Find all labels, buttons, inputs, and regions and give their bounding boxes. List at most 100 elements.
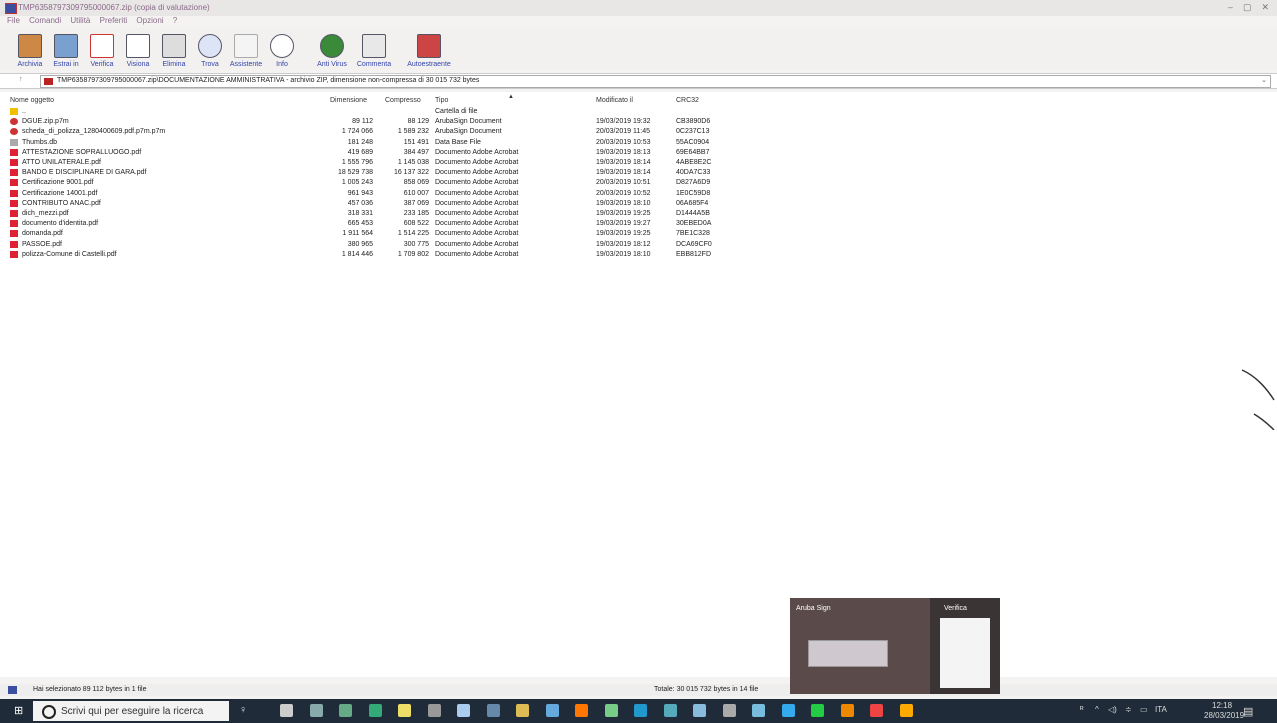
column-header-type[interactable]: Tipo <box>435 97 448 107</box>
file-list: Nome oggetto Dimensione Compresso Tipo ▲… <box>0 92 1277 677</box>
firefox-icon[interactable] <box>575 704 588 717</box>
file-crc: CB3890D6 <box>676 118 711 126</box>
taskbar-app-icon[interactable] <box>457 704 470 717</box>
trova-button[interactable]: Trova <box>192 30 228 68</box>
microphone-icon[interactable]: ♀ <box>239 704 247 716</box>
windows-taskbar: ⊞ Scrivi qui per eseguire la ricerca ♀ ᴿ… <box>0 699 1277 723</box>
column-header-crc[interactable]: CRC32 <box>676 97 699 107</box>
preview-verifica[interactable]: Verifica <box>930 598 1000 694</box>
file-row[interactable]: documento d'identita.pdf 665 453 608 522 Do… <box>0 220 760 230</box>
commenta-button[interactable]: Commenta <box>356 30 392 68</box>
taskbar-app-icon[interactable] <box>398 704 411 717</box>
elimina-button[interactable]: Elimina <box>156 30 192 68</box>
taskbar-app-icon[interactable] <box>339 704 352 717</box>
file-row[interactable]: .. Cartella di file <box>0 108 760 118</box>
menu-help[interactable]: ? <box>173 16 177 25</box>
keyboard-icon[interactable]: ▭ <box>1140 705 1148 714</box>
file-row[interactable]: scheda_di_polizza_1280400609.pdf.p7m.p7m… <box>0 128 760 138</box>
taskbar-app-icon[interactable] <box>516 704 529 717</box>
estrai-in-button[interactable]: Estrai in <box>48 30 84 68</box>
menu-comandi[interactable]: Comandi <box>29 16 61 25</box>
clock-time[interactable]: 12:18 <box>1212 701 1232 710</box>
autoestraente-button[interactable]: Autoestraente <box>404 30 454 68</box>
taskbar-preview-popup: Aruba Sign Verifica <box>790 598 1000 694</box>
column-header-modified[interactable]: Modificato il <box>596 97 633 107</box>
windows-start-icon[interactable]: ⊞ <box>14 705 26 717</box>
folder-icon <box>10 108 18 115</box>
assistente-button[interactable]: Assistente <box>228 30 264 68</box>
file-type: Documento Adobe Acrobat <box>435 199 519 207</box>
taskbar-app-icon[interactable] <box>368 704 382 717</box>
taskbar-app-icon[interactable] <box>486 704 500 717</box>
file-packed: 1 589 232 <box>397 128 429 136</box>
file-row[interactable]: BANDO E DISCIPLINARE DI GARA.pdf 18 529 7… <box>0 169 760 179</box>
people-icon[interactable]: ᴿ <box>1080 705 1084 714</box>
taskbar-app-icon[interactable] <box>811 704 824 717</box>
taskbar-app-icon[interactable] <box>309 704 323 717</box>
taskbar-app-icon[interactable] <box>545 704 559 717</box>
file-row[interactable]: ATTESTAZIONE SOPRALLUOGO.pdf 419 689 384 4… <box>0 148 760 159</box>
info-button[interactable]: Info <box>264 30 300 68</box>
file-size: 181 248 <box>347 138 373 146</box>
verifica-button[interactable]: Verifica <box>84 30 120 68</box>
file-row[interactable]: ATTO UNILATERALE.pdf 1 555 796 1 145 038 Do… <box>0 159 760 169</box>
taskbar-app-icon[interactable] <box>604 704 618 717</box>
column-header-packed[interactable]: Compresso <box>385 97 421 107</box>
sort-arrow-icon: ▲ <box>508 94 514 100</box>
column-header-name[interactable]: Nome oggetto <box>10 97 54 107</box>
clock-date[interactable]: 28/03/2019 <box>1204 711 1244 720</box>
language-indicator[interactable]: ITA <box>1155 705 1167 714</box>
file-type: Data Base File <box>435 138 481 146</box>
file-name: Certificazione 14001.pdf <box>22 189 98 197</box>
archivia-button[interactable]: Archivia <box>12 30 48 68</box>
maximize-button[interactable]: ▢ <box>1243 2 1252 13</box>
file-type: Documento Adobe Acrobat <box>435 240 519 248</box>
notification-icon[interactable]: ▤ <box>1243 705 1253 718</box>
antivirus-button[interactable]: Anti Virus <box>314 30 350 68</box>
taskbar-app-icon[interactable] <box>663 704 677 717</box>
file-row[interactable]: domanda.pdf 1 911 564 1 514 225 Documento A… <box>0 230 760 240</box>
preview-arubasign[interactable]: Aruba Sign <box>790 598 893 694</box>
file-row[interactable]: dich_mezzi.pdf 318 331 233 185 Documento Ad… <box>0 210 760 220</box>
file-row[interactable]: Certificazione 14001.pdf 961 943 610 007 Do… <box>0 189 760 200</box>
chevron-down-icon[interactable]: ⌄ <box>1261 76 1267 84</box>
file-name: scheda_di_polizza_1280400609.pdf.p7m.p7m <box>22 128 166 136</box>
path-field[interactable]: TMP6358797309795000067.zip\DOCUMENTAZION… <box>40 75 1271 88</box>
file-row[interactable]: CONTRIBUTO ANAC.pdf 457 036 387 069 Documen… <box>0 199 760 210</box>
minimize-button[interactable]: – <box>1228 2 1233 13</box>
task-view-icon[interactable] <box>280 704 293 717</box>
menu-preferiti[interactable]: Preferiti <box>100 16 128 25</box>
menu-utilita[interactable]: Utilità <box>70 16 90 25</box>
volume-icon[interactable]: ◁) <box>1108 705 1117 714</box>
network-icon[interactable]: ≑ <box>1125 705 1132 714</box>
visiona-button[interactable]: Visiona <box>120 30 156 68</box>
column-header-size[interactable]: Dimensione <box>330 97 367 107</box>
status-archive-icon <box>8 686 17 694</box>
taskbar-app-icon[interactable] <box>722 704 736 717</box>
up-arrow-icon[interactable]: ↑ <box>19 76 23 83</box>
taskbar-app-icon[interactable] <box>634 704 647 717</box>
winrar-icon[interactable] <box>870 704 883 717</box>
file-row[interactable]: PASSOE.pdf 380 965 300 775 Documento Adobe … <box>0 240 760 251</box>
file-row[interactable]: DGUE.zip.p7m 89 112 88 129 ArubaSign Docume… <box>0 118 760 128</box>
file-modified: 20/03/2019 10:53 <box>596 138 651 146</box>
file-type: Documento Adobe Acrobat <box>435 220 519 228</box>
menu-opzioni[interactable]: Opzioni <box>136 16 163 25</box>
file-modified: 19/03/2019 18:14 <box>596 169 651 177</box>
whatsapp-icon[interactable] <box>781 704 795 717</box>
edge-icon[interactable] <box>752 704 765 717</box>
file-row[interactable]: polizza-Comune di Castelli.pdf 1 814 446 1… <box>0 250 760 261</box>
archive-icon <box>18 34 42 58</box>
close-button[interactable]: ✕ <box>1261 2 1269 13</box>
arubasign-icon[interactable] <box>840 704 854 717</box>
taskbar-app-icon[interactable] <box>693 704 706 717</box>
tray-chevron-icon[interactable]: ^ <box>1095 705 1099 714</box>
taskbar-app-icon[interactable] <box>427 704 441 717</box>
menu-file[interactable]: File <box>7 16 20 25</box>
file-row[interactable]: Certificazione 9001.pdf 1 005 243 858 069 D… <box>0 179 760 189</box>
file-size: 1 814 446 <box>341 250 373 258</box>
file-row[interactable]: Thumbs.db 181 248 151 491 Data Base File 20/… <box>0 138 760 149</box>
status-bar: Hai selezionato 89 112 bytes in 1 file T… <box>0 684 1277 696</box>
taskbar-app-icon[interactable] <box>899 704 913 717</box>
taskbar-search-box[interactable]: Scrivi qui per eseguire la ricerca <box>33 701 229 721</box>
